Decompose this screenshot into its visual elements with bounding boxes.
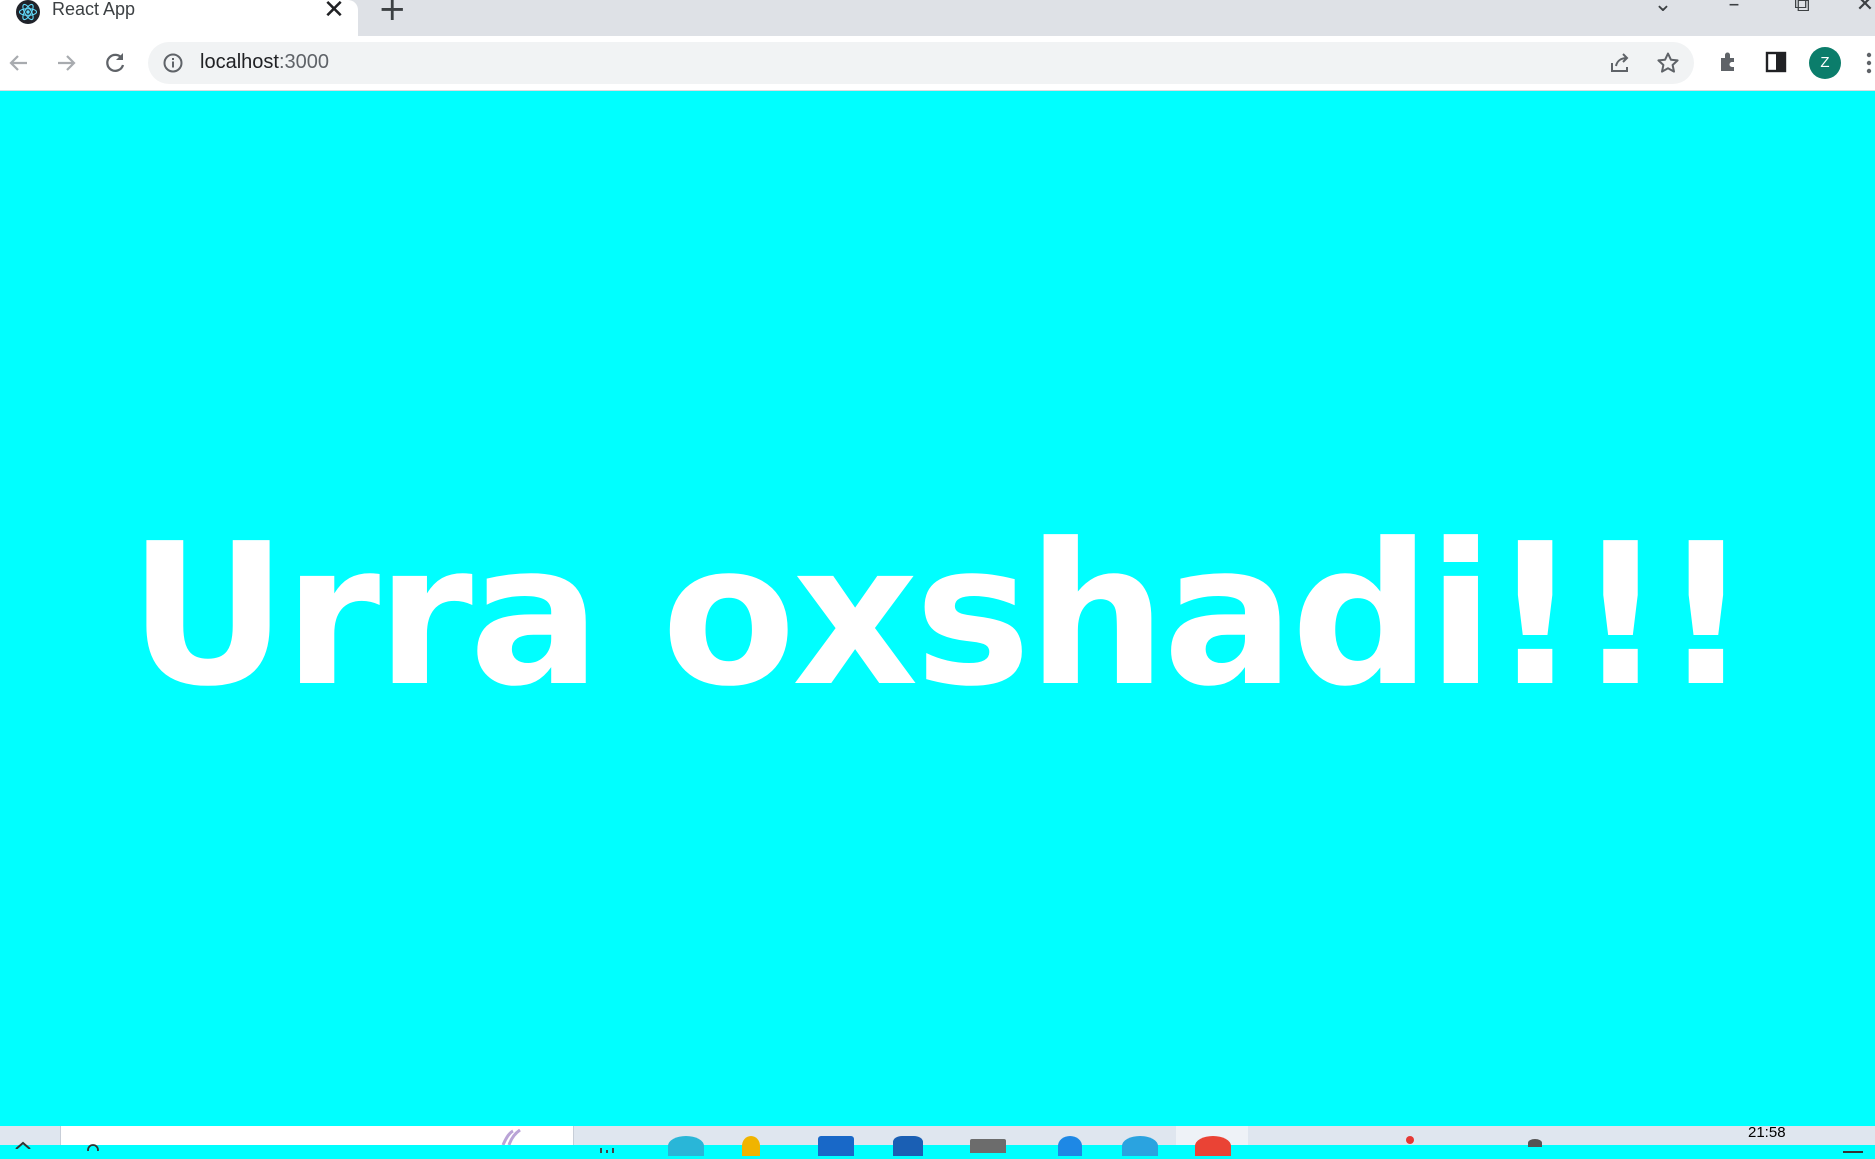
start-icon[interactable] — [14, 1134, 32, 1150]
monitor-icon[interactable] — [970, 1139, 1006, 1153]
tab-strip: React App ✕ + ⌄ – ⧉ ✕ — [0, 0, 1875, 36]
url-port: :3000 — [278, 51, 329, 73]
app-icon[interactable] — [893, 1136, 923, 1156]
menu-icon[interactable] — [1866, 51, 1872, 75]
arrow-right-icon[interactable] — [52, 49, 80, 77]
notification-dot-icon — [1406, 1136, 1414, 1144]
reload-icon[interactable] — [101, 49, 129, 77]
search-icon — [85, 1136, 101, 1156]
bunny-icon — [499, 1128, 525, 1146]
task-view-icon[interactable] — [596, 1138, 622, 1153]
tab-close-icon[interactable]: ✕ — [322, 0, 346, 23]
restore-icon[interactable]: ⧉ — [1789, 0, 1815, 18]
address-bar[interactable]: localhost:3000 — [148, 42, 1694, 84]
react-icon — [16, 0, 40, 24]
puzzle-icon[interactable] — [1716, 49, 1744, 77]
browser-window: React App ✕ + ⌄ – ⧉ ✕ localhost:3000 Z — [0, 0, 1875, 91]
new-tab-button[interactable]: + — [378, 0, 407, 26]
taskbar-search[interactable] — [60, 1126, 574, 1156]
page-content: Urra oxshadi!!! — [0, 91, 1875, 1126]
folder-icon[interactable] — [742, 1136, 760, 1156]
store-icon[interactable] — [818, 1136, 854, 1156]
tab-react-app[interactable]: React App ✕ — [0, 0, 358, 36]
url-host: localhost — [200, 51, 279, 73]
tab-search-icon[interactable]: ⌄ — [1650, 0, 1676, 18]
notifications-icon[interactable] — [1842, 1140, 1864, 1153]
arrow-left-icon[interactable] — [5, 49, 33, 77]
close-window-icon[interactable]: ✕ — [1852, 0, 1875, 18]
minimize-icon[interactable]: – — [1721, 0, 1747, 18]
side-panel-icon[interactable] — [1763, 49, 1791, 77]
share-icon[interactable] — [1608, 51, 1632, 75]
taskbar: 21:58 — [0, 1124, 1875, 1156]
telegram-icon[interactable] — [1122, 1136, 1158, 1156]
edge-icon[interactable] — [668, 1136, 704, 1156]
chrome-icon[interactable] — [1195, 1136, 1231, 1156]
profile-avatar[interactable]: Z — [1809, 47, 1841, 79]
tray-icon[interactable] — [1528, 1139, 1542, 1147]
taskbar-clock[interactable]: 21:58 — [1748, 1124, 1786, 1141]
vscode-icon[interactable] — [1058, 1136, 1082, 1156]
info-icon[interactable] — [162, 52, 184, 74]
page-headline: Urra oxshadi!!! — [128, 502, 1750, 730]
browser-toolbar: localhost:3000 Z — [0, 36, 1875, 91]
star-icon[interactable] — [1656, 51, 1680, 75]
url-text[interactable]: localhost:3000 — [200, 51, 329, 74]
tab-title: React App — [52, 0, 136, 19]
